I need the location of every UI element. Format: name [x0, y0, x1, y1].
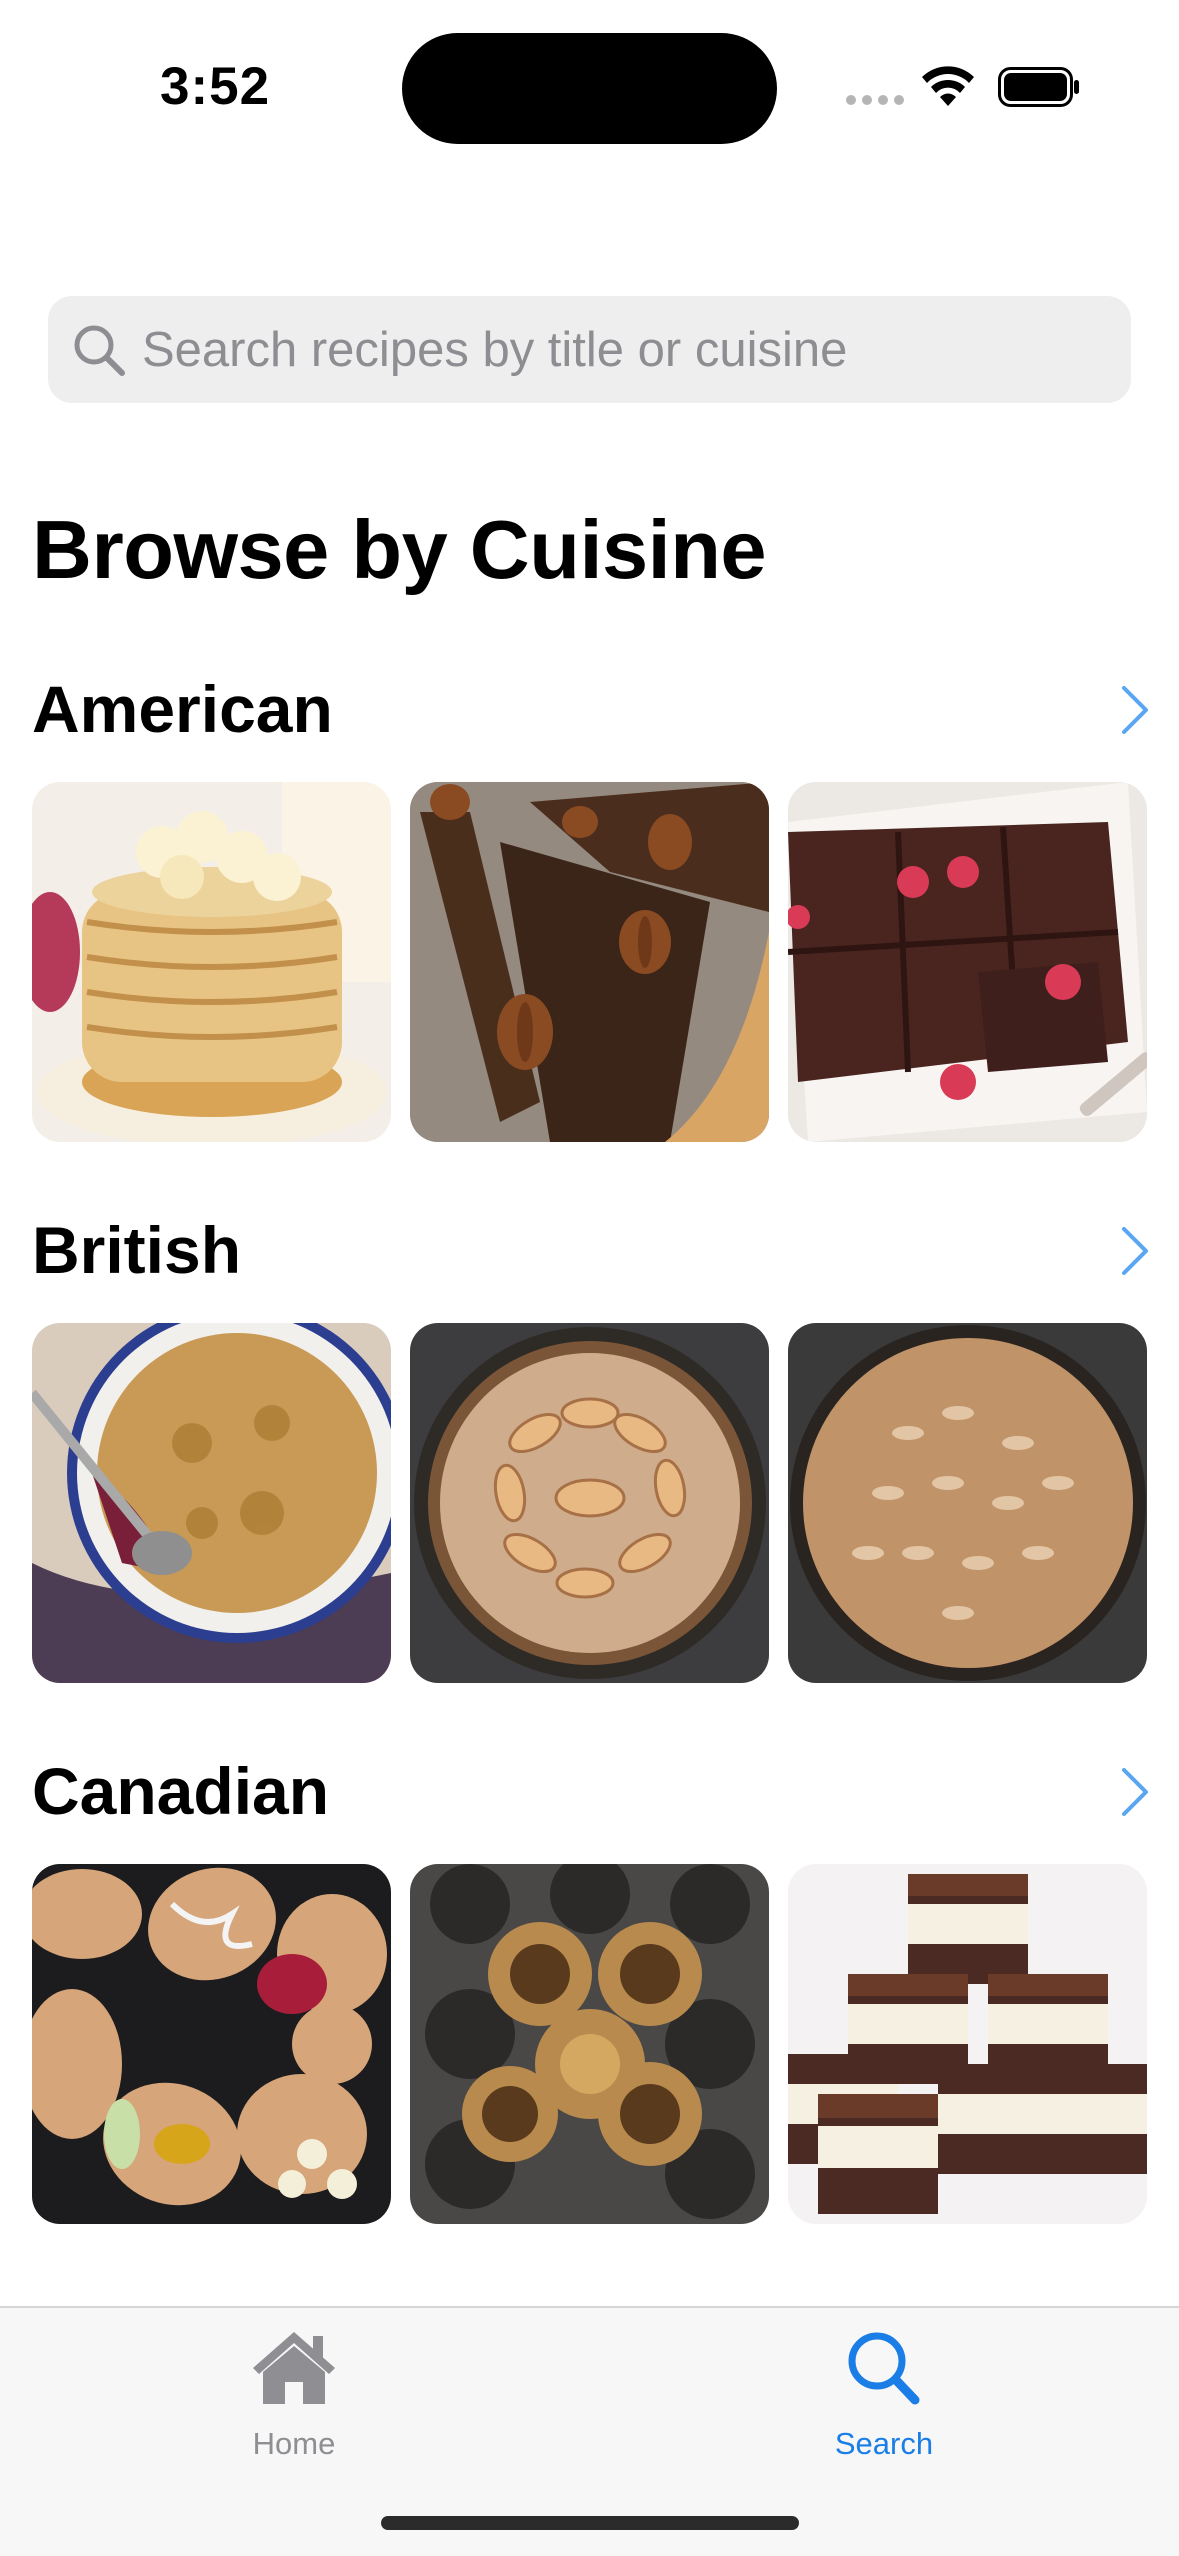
- tab-home[interactable]: Home: [174, 2328, 414, 2468]
- recipe-thumbnail-chocolate-brownies[interactable]: [788, 782, 1147, 1142]
- search-placeholder[interactable]: Search recipes by title or cuisine: [142, 320, 847, 380]
- section-header-american[interactable]: American: [32, 664, 1152, 754]
- search-icon: [74, 325, 125, 376]
- chevron-right-icon[interactable]: [1120, 1225, 1150, 1277]
- tab-search[interactable]: Search: [764, 2328, 1004, 2468]
- cellular-signal-icon: [846, 95, 904, 105]
- tab-label: Home: [252, 2426, 336, 2461]
- recipe-thumbnail-nanaimo-bars[interactable]: [788, 1864, 1147, 2224]
- section-title: British: [32, 1213, 242, 1287]
- section-title: Canadian: [32, 1754, 330, 1828]
- dynamic-island: [402, 33, 777, 144]
- recipe-thumbnail-beavertails[interactable]: [32, 1864, 391, 2224]
- home-indicator[interactable]: [381, 2516, 799, 2530]
- chevron-right-icon[interactable]: [1120, 684, 1150, 736]
- battery-icon: [998, 67, 1079, 107]
- recipe-thumbnail-pecan-pie[interactable]: [410, 782, 769, 1142]
- magnifier-icon: [848, 2332, 920, 2405]
- recipe-thumbnail-almond-tart[interactable]: [788, 1323, 1147, 1683]
- recipe-thumbnail-apple-tart[interactable]: [410, 1323, 769, 1683]
- search-bar[interactable]: Search recipes by title or cuisine: [48, 296, 1131, 403]
- wifi-icon: [922, 66, 974, 106]
- section-header-canadian[interactable]: Canadian: [32, 1746, 1152, 1836]
- chevron-right-icon[interactable]: [1120, 1766, 1150, 1818]
- tab-label: Search: [834, 2426, 934, 2461]
- house-icon: [253, 2332, 335, 2404]
- page-title: Browse by Cuisine: [32, 503, 767, 596]
- recipe-thumbnail-fruit-crumble[interactable]: [32, 1323, 391, 1683]
- section-title: American: [32, 672, 333, 746]
- section-header-british[interactable]: British: [32, 1205, 1152, 1295]
- recipe-thumbnail-butter-tarts[interactable]: [410, 1864, 769, 2224]
- recipe-thumbnail-banana-pancakes[interactable]: [32, 782, 391, 1142]
- status-time: 3:52: [160, 57, 271, 116]
